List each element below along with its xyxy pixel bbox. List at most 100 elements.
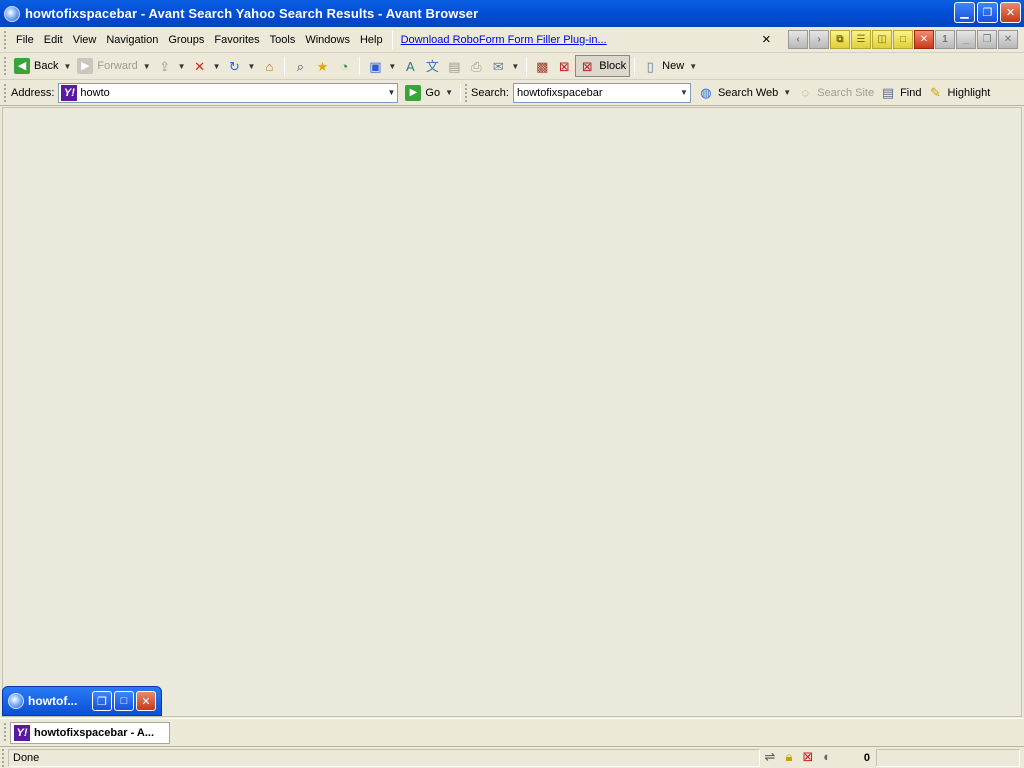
image-toggle-button[interactable]: ▩: [531, 55, 553, 77]
separator: [634, 57, 636, 75]
new-dropdown-icon[interactable]: ▼: [689, 62, 697, 71]
close-all-button[interactable]: ✕: [914, 30, 934, 49]
font-size-button[interactable]: A: [399, 55, 421, 77]
connection-icon[interactable]: ⇌: [762, 748, 778, 764]
new-window-dropdown-icon[interactable]: ▼: [388, 62, 396, 71]
edit-button[interactable]: ▤: [443, 55, 465, 77]
next-window-button[interactable]: ›: [809, 30, 829, 49]
minimize-icon: _: [963, 34, 969, 45]
script-block-icon: ⊠: [558, 58, 570, 74]
mail-dropdown-icon[interactable]: ▼: [511, 62, 519, 71]
maximize-icon: □: [120, 695, 128, 707]
close-button[interactable]: ✕: [1000, 2, 1021, 23]
cascade-button[interactable]: ⧉: [830, 30, 850, 49]
tab-howtofixspacebar[interactable]: Y! howtofixspacebar - A...: [10, 722, 170, 744]
doc-minimize-button[interactable]: _: [956, 30, 976, 49]
stop-dropdown-icon[interactable]: ▼: [213, 62, 221, 71]
search-site-button[interactable]: ◌ Search Site: [794, 82, 877, 104]
mini-close-button[interactable]: ✕: [136, 691, 156, 711]
up-button[interactable]: ⇪ ▼: [154, 55, 189, 77]
new-window-button[interactable]: ▣ ▼: [364, 55, 399, 77]
back-button[interactable]: ◀ Back ▼: [11, 55, 74, 77]
highlight-label: Highlight: [947, 86, 991, 99]
menu-groups[interactable]: Groups: [163, 34, 209, 46]
stop-button[interactable]: ✕ ▼: [189, 55, 224, 77]
minimized-document-window[interactable]: howtof... ❐ □ ✕: [2, 686, 162, 716]
menu-file[interactable]: File: [11, 34, 39, 46]
menu-tools[interactable]: Tools: [265, 34, 301, 46]
minimize-button[interactable]: ▁: [954, 2, 975, 23]
favorites-button[interactable]: ★: [311, 55, 333, 77]
script-block-button[interactable]: ⊠: [553, 55, 575, 77]
edit-page-icon: ▤: [448, 58, 461, 74]
translate-button[interactable]: 文: [421, 55, 443, 77]
doc-restore-button[interactable]: ❐: [977, 30, 997, 49]
image-icon: ▩: [536, 58, 549, 74]
search-button[interactable]: ⌕: [289, 55, 311, 77]
roboform-promo-link[interactable]: Download RoboForm Form Filler Plug-in...: [401, 34, 607, 46]
toolbar-grip[interactable]: [2, 748, 5, 767]
forward-button[interactable]: ▶ Forward ▼: [74, 55, 153, 77]
home-button[interactable]: ⌂: [258, 55, 280, 77]
new-page-icon: ▯: [646, 58, 654, 74]
back-dropdown-icon[interactable]: ▼: [63, 62, 71, 71]
restore-button[interactable]: ❐: [977, 2, 998, 23]
menu-edit[interactable]: Edit: [39, 34, 68, 46]
search-web-button[interactable]: ◍ Search Web ▼: [695, 82, 794, 104]
search-dropdown-icon[interactable]: ▼: [678, 84, 690, 102]
tile-vertical-button[interactable]: ◫: [872, 30, 892, 49]
toolbar-grip[interactable]: [465, 83, 468, 102]
menu-navigation[interactable]: Navigation: [101, 34, 163, 46]
address-value[interactable]: howto: [77, 87, 385, 99]
zoom-icon[interactable]: ◐: [819, 748, 835, 764]
close-icon: ✕: [141, 695, 151, 708]
address-dropdown-icon[interactable]: ▼: [385, 84, 397, 102]
search-web-dropdown-icon[interactable]: ▼: [783, 88, 791, 97]
new-button[interactable]: ▯ New ▼: [639, 55, 700, 77]
menu-help[interactable]: Help: [355, 34, 388, 46]
mini-restore-button[interactable]: ❐: [92, 691, 112, 711]
refresh-button[interactable]: ↻ ▼: [224, 55, 259, 77]
popup-block-button[interactable]: ⊠ Block: [575, 55, 631, 77]
doc-close-button[interactable]: ✕: [998, 30, 1018, 49]
toolbar-grip[interactable]: [4, 723, 7, 741]
chevron-right-icon: ›: [817, 34, 821, 45]
address-input[interactable]: Y! howto ▼: [58, 82, 399, 103]
go-button[interactable]: ▶ Go ▼: [402, 82, 456, 104]
avant-browser-icon: [8, 693, 24, 709]
find-button[interactable]: ▤ Find: [877, 82, 924, 104]
lock-icon[interactable]: 🔒︎: [781, 748, 797, 764]
menu-favorites[interactable]: Favorites: [209, 34, 264, 46]
menu-view[interactable]: View: [68, 34, 102, 46]
toolbar-grip[interactable]: [4, 83, 7, 102]
popup-blocker-icon[interactable]: ⊠: [800, 748, 816, 764]
avant-browser-icon[interactable]: [4, 5, 20, 22]
menu-windows[interactable]: Windows: [300, 34, 355, 46]
mini-maximize-button[interactable]: □: [114, 691, 134, 711]
toolbar-grip[interactable]: [4, 30, 7, 49]
popup-block-icon: ⊠: [581, 58, 593, 74]
search-value[interactable]: howtofixspacebar: [514, 87, 678, 99]
tab-bar: Y! howtofixspacebar - A...: [0, 718, 1024, 745]
up-dropdown-icon[interactable]: ▼: [178, 62, 186, 71]
print-button[interactable]: ⎙: [465, 55, 487, 77]
tile-horizontal-button[interactable]: ☰: [851, 30, 871, 49]
minimized-window-title: howtof...: [28, 694, 78, 708]
page-content-area[interactable]: [2, 107, 1022, 717]
toolbar-grip[interactable]: [4, 57, 7, 75]
maximize-all-button[interactable]: □: [893, 30, 913, 49]
prev-window-button[interactable]: ‹: [788, 30, 808, 49]
mail-button[interactable]: ✉ ▼: [487, 55, 522, 77]
history-button[interactable]: ◔: [333, 55, 355, 77]
promo-close-button[interactable]: ×: [762, 31, 771, 48]
title-bar[interactable]: howtofixspacebar - Avant Search Yahoo Se…: [0, 0, 1024, 27]
back-label: Back: [34, 60, 59, 72]
forward-dropdown-icon[interactable]: ▼: [143, 62, 151, 71]
highlight-button[interactable]: ✎ Highlight: [924, 82, 993, 104]
search-input[interactable]: howtofixspacebar ▼: [512, 82, 691, 103]
window-icon: ▣: [369, 58, 382, 74]
restore-icon: ❐: [982, 7, 993, 19]
printer-icon: ⎙: [471, 58, 482, 74]
refresh-dropdown-icon[interactable]: ▼: [248, 62, 256, 71]
go-dropdown-icon[interactable]: ▼: [445, 88, 453, 97]
